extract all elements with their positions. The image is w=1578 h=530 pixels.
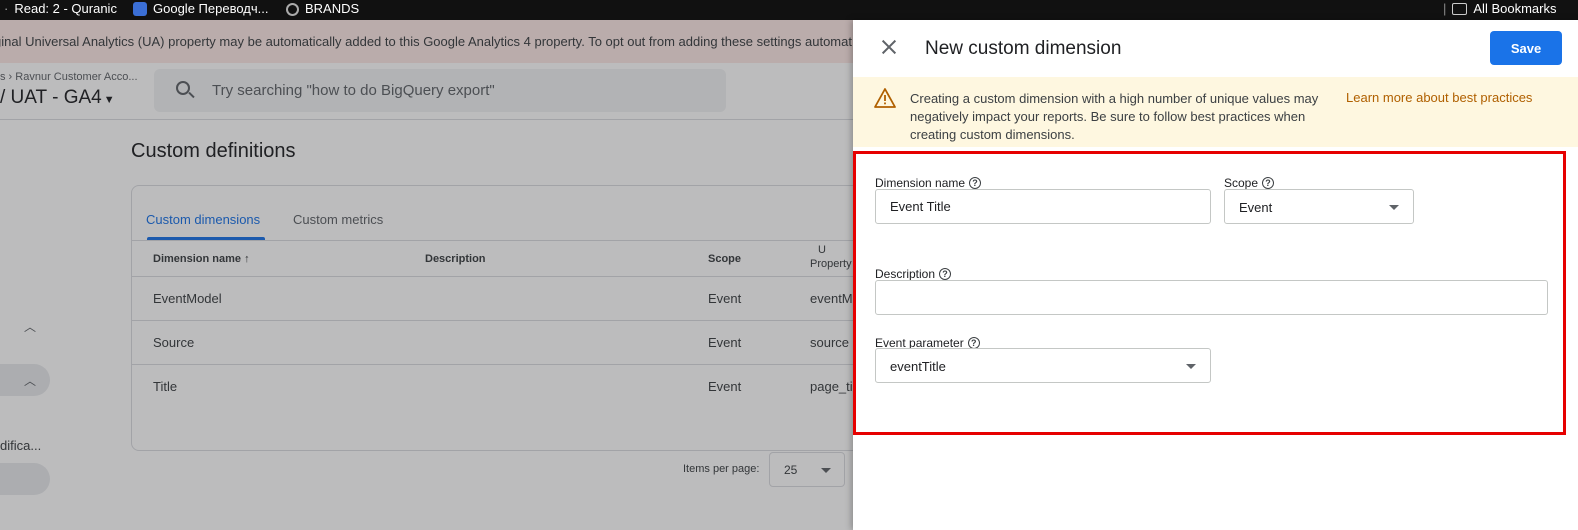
scope-label: Scope ? [1224,176,1275,190]
bookmark-item[interactable]: Google Переводч... [133,1,268,17]
event-parameter-select[interactable]: eventTitle [875,348,1211,383]
form-highlight: Dimension name ? Scope ? Event Descripti… [853,151,1566,435]
dimension-name-label: Dimension name ? [875,176,982,190]
scope-select[interactable]: Event [1224,189,1414,224]
dropdown-arrow-icon [1186,364,1196,369]
save-button[interactable]: Save [1490,31,1562,65]
warning-banner: Creating a custom dimension with a high … [853,77,1578,147]
best-practices-link[interactable]: Learn more about best practices [1346,90,1532,105]
translate-icon [133,2,147,16]
event-parameter-value: eventTitle [890,359,946,374]
folder-icon [1452,3,1468,15]
new-custom-dimension-drawer: New custom dimension Save Creating a cus… [853,20,1578,530]
all-bookmarks[interactable]: | All Bookmarks [1443,1,1556,17]
bookmark-label: Read: 2 - Quranic [14,1,117,16]
description-label: Description ? [875,267,952,281]
drawer-title: New custom dimension [925,38,1122,59]
divider: | [1443,1,1447,16]
bookmark-item[interactable]: BRANDS [286,1,359,17]
help-icon[interactable]: ? [969,177,982,189]
dimension-name-input[interactable] [875,189,1211,224]
all-bookmarks-label: All Bookmarks [1473,1,1557,16]
bookmark-label: BRANDS [305,1,360,16]
help-icon[interactable]: ? [939,268,952,280]
separator-dot: · [4,1,9,16]
dropdown-arrow-icon [1389,205,1399,210]
modal-scrim[interactable] [0,20,860,530]
globe-icon [286,2,299,16]
description-input[interactable] [875,280,1548,315]
bookmark-label: Google Переводч... [153,1,269,16]
warning-icon [874,88,896,108]
bookmarks-bar: · Read: 2 - Quranic Google Переводч... B… [0,0,1578,20]
help-icon[interactable]: ? [1262,177,1275,189]
scope-value: Event [1239,200,1273,215]
bookmark-item[interactable]: · Read: 2 - Quranic [4,1,117,17]
close-icon[interactable] [879,37,899,57]
warning-text: Creating a custom dimension with a high … [910,91,1319,142]
